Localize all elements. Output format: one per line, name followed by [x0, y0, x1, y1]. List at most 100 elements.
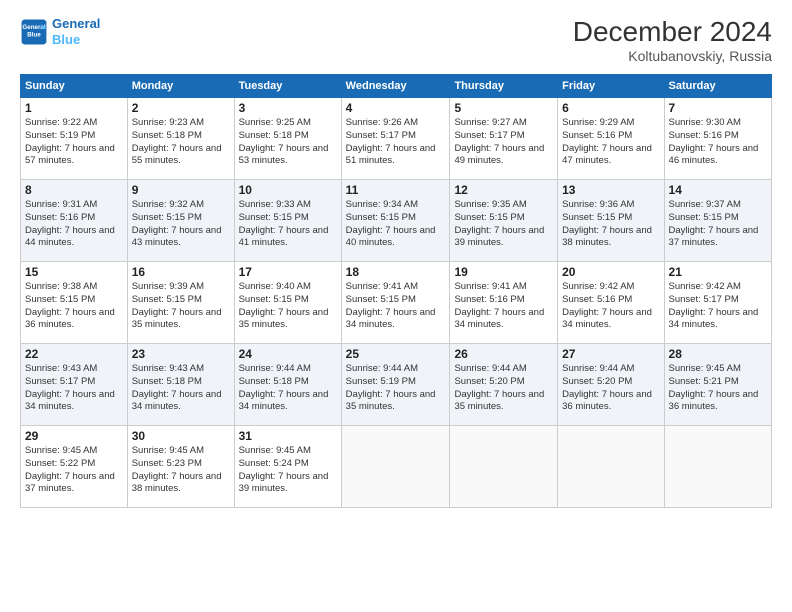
table-row: 15 Sunrise: 9:38 AM Sunset: 5:15 PM Dayl…	[21, 262, 128, 344]
day-number: 30	[132, 429, 230, 443]
day-info: Sunrise: 9:44 AM Sunset: 5:18 PM Dayligh…	[239, 363, 337, 414]
col-saturday: Saturday	[664, 75, 771, 98]
table-row: 6 Sunrise: 9:29 AM Sunset: 5:16 PM Dayli…	[558, 98, 664, 180]
day-number: 1	[25, 101, 123, 115]
day-info: Sunrise: 9:37 AM Sunset: 5:15 PM Dayligh…	[669, 199, 767, 250]
day-number: 6	[562, 101, 659, 115]
day-info: Sunrise: 9:45 AM Sunset: 5:21 PM Dayligh…	[669, 363, 767, 414]
day-info: Sunrise: 9:38 AM Sunset: 5:15 PM Dayligh…	[25, 281, 123, 332]
day-number: 16	[132, 265, 230, 279]
table-row: 30 Sunrise: 9:45 AM Sunset: 5:23 PM Dayl…	[127, 426, 234, 508]
table-row: 31 Sunrise: 9:45 AM Sunset: 5:24 PM Dayl…	[234, 426, 341, 508]
day-number: 7	[669, 101, 767, 115]
table-row	[450, 426, 558, 508]
logo: General Blue General Blue	[20, 16, 100, 47]
table-row: 21 Sunrise: 9:42 AM Sunset: 5:17 PM Dayl…	[664, 262, 771, 344]
title-block: December 2024 Koltubanovskiy, Russia	[573, 16, 772, 64]
day-info: Sunrise: 9:36 AM Sunset: 5:15 PM Dayligh…	[562, 199, 659, 250]
day-info: Sunrise: 9:40 AM Sunset: 5:15 PM Dayligh…	[239, 281, 337, 332]
day-info: Sunrise: 9:42 AM Sunset: 5:17 PM Dayligh…	[669, 281, 767, 332]
logo-text: General Blue	[52, 16, 100, 47]
table-row: 23 Sunrise: 9:43 AM Sunset: 5:18 PM Dayl…	[127, 344, 234, 426]
day-info: Sunrise: 9:45 AM Sunset: 5:24 PM Dayligh…	[239, 445, 337, 496]
day-number: 18	[346, 265, 446, 279]
table-row: 14 Sunrise: 9:37 AM Sunset: 5:15 PM Dayl…	[664, 180, 771, 262]
table-row	[558, 426, 664, 508]
calendar-week-row: 15 Sunrise: 9:38 AM Sunset: 5:15 PM Dayl…	[21, 262, 772, 344]
day-info: Sunrise: 9:39 AM Sunset: 5:15 PM Dayligh…	[132, 281, 230, 332]
table-row: 20 Sunrise: 9:42 AM Sunset: 5:16 PM Dayl…	[558, 262, 664, 344]
header-row: Sunday Monday Tuesday Wednesday Thursday…	[21, 75, 772, 98]
day-info: Sunrise: 9:44 AM Sunset: 5:19 PM Dayligh…	[346, 363, 446, 414]
day-number: 9	[132, 183, 230, 197]
table-row	[664, 426, 771, 508]
day-info: Sunrise: 9:43 AM Sunset: 5:18 PM Dayligh…	[132, 363, 230, 414]
day-number: 3	[239, 101, 337, 115]
table-row	[341, 426, 450, 508]
day-number: 24	[239, 347, 337, 361]
day-number: 11	[346, 183, 446, 197]
day-info: Sunrise: 9:44 AM Sunset: 5:20 PM Dayligh…	[454, 363, 553, 414]
day-number: 14	[669, 183, 767, 197]
day-number: 19	[454, 265, 553, 279]
day-info: Sunrise: 9:43 AM Sunset: 5:17 PM Dayligh…	[25, 363, 123, 414]
day-info: Sunrise: 9:32 AM Sunset: 5:15 PM Dayligh…	[132, 199, 230, 250]
day-info: Sunrise: 9:42 AM Sunset: 5:16 PM Dayligh…	[562, 281, 659, 332]
calendar-week-row: 29 Sunrise: 9:45 AM Sunset: 5:22 PM Dayl…	[21, 426, 772, 508]
day-info: Sunrise: 9:34 AM Sunset: 5:15 PM Dayligh…	[346, 199, 446, 250]
calendar-week-row: 1 Sunrise: 9:22 AM Sunset: 5:19 PM Dayli…	[21, 98, 772, 180]
day-info: Sunrise: 9:41 AM Sunset: 5:16 PM Dayligh…	[454, 281, 553, 332]
day-number: 15	[25, 265, 123, 279]
table-row: 1 Sunrise: 9:22 AM Sunset: 5:19 PM Dayli…	[21, 98, 128, 180]
svg-text:Blue: Blue	[27, 31, 41, 38]
day-info: Sunrise: 9:44 AM Sunset: 5:20 PM Dayligh…	[562, 363, 659, 414]
col-wednesday: Wednesday	[341, 75, 450, 98]
day-number: 4	[346, 101, 446, 115]
table-row: 22 Sunrise: 9:43 AM Sunset: 5:17 PM Dayl…	[21, 344, 128, 426]
table-row: 12 Sunrise: 9:35 AM Sunset: 5:15 PM Dayl…	[450, 180, 558, 262]
table-row: 11 Sunrise: 9:34 AM Sunset: 5:15 PM Dayl…	[341, 180, 450, 262]
day-number: 8	[25, 183, 123, 197]
day-number: 29	[25, 429, 123, 443]
day-info: Sunrise: 9:45 AM Sunset: 5:22 PM Dayligh…	[25, 445, 123, 496]
table-row: 3 Sunrise: 9:25 AM Sunset: 5:18 PM Dayli…	[234, 98, 341, 180]
table-row: 27 Sunrise: 9:44 AM Sunset: 5:20 PM Dayl…	[558, 344, 664, 426]
day-info: Sunrise: 9:22 AM Sunset: 5:19 PM Dayligh…	[25, 117, 123, 168]
day-number: 17	[239, 265, 337, 279]
day-number: 2	[132, 101, 230, 115]
day-number: 20	[562, 265, 659, 279]
day-info: Sunrise: 9:41 AM Sunset: 5:15 PM Dayligh…	[346, 281, 446, 332]
day-number: 28	[669, 347, 767, 361]
logo-icon: General Blue	[20, 18, 48, 46]
day-number: 13	[562, 183, 659, 197]
table-row: 13 Sunrise: 9:36 AM Sunset: 5:15 PM Dayl…	[558, 180, 664, 262]
day-number: 21	[669, 265, 767, 279]
day-number: 27	[562, 347, 659, 361]
table-row: 28 Sunrise: 9:45 AM Sunset: 5:21 PM Dayl…	[664, 344, 771, 426]
month-title: December 2024	[573, 16, 772, 48]
col-tuesday: Tuesday	[234, 75, 341, 98]
calendar-table: Sunday Monday Tuesday Wednesday Thursday…	[20, 74, 772, 508]
calendar-page: General Blue General Blue December 2024 …	[0, 0, 792, 612]
day-number: 31	[239, 429, 337, 443]
day-number: 5	[454, 101, 553, 115]
day-info: Sunrise: 9:27 AM Sunset: 5:17 PM Dayligh…	[454, 117, 553, 168]
table-row: 5 Sunrise: 9:27 AM Sunset: 5:17 PM Dayli…	[450, 98, 558, 180]
table-row: 17 Sunrise: 9:40 AM Sunset: 5:15 PM Dayl…	[234, 262, 341, 344]
day-info: Sunrise: 9:35 AM Sunset: 5:15 PM Dayligh…	[454, 199, 553, 250]
day-info: Sunrise: 9:45 AM Sunset: 5:23 PM Dayligh…	[132, 445, 230, 496]
col-thursday: Thursday	[450, 75, 558, 98]
day-info: Sunrise: 9:30 AM Sunset: 5:16 PM Dayligh…	[669, 117, 767, 168]
day-info: Sunrise: 9:23 AM Sunset: 5:18 PM Dayligh…	[132, 117, 230, 168]
calendar-week-row: 22 Sunrise: 9:43 AM Sunset: 5:17 PM Dayl…	[21, 344, 772, 426]
day-number: 26	[454, 347, 553, 361]
col-friday: Friday	[558, 75, 664, 98]
day-info: Sunrise: 9:25 AM Sunset: 5:18 PM Dayligh…	[239, 117, 337, 168]
day-number: 23	[132, 347, 230, 361]
day-info: Sunrise: 9:33 AM Sunset: 5:15 PM Dayligh…	[239, 199, 337, 250]
col-sunday: Sunday	[21, 75, 128, 98]
calendar-week-row: 8 Sunrise: 9:31 AM Sunset: 5:16 PM Dayli…	[21, 180, 772, 262]
location: Koltubanovskiy, Russia	[573, 48, 772, 64]
table-row: 19 Sunrise: 9:41 AM Sunset: 5:16 PM Dayl…	[450, 262, 558, 344]
table-row: 7 Sunrise: 9:30 AM Sunset: 5:16 PM Dayli…	[664, 98, 771, 180]
